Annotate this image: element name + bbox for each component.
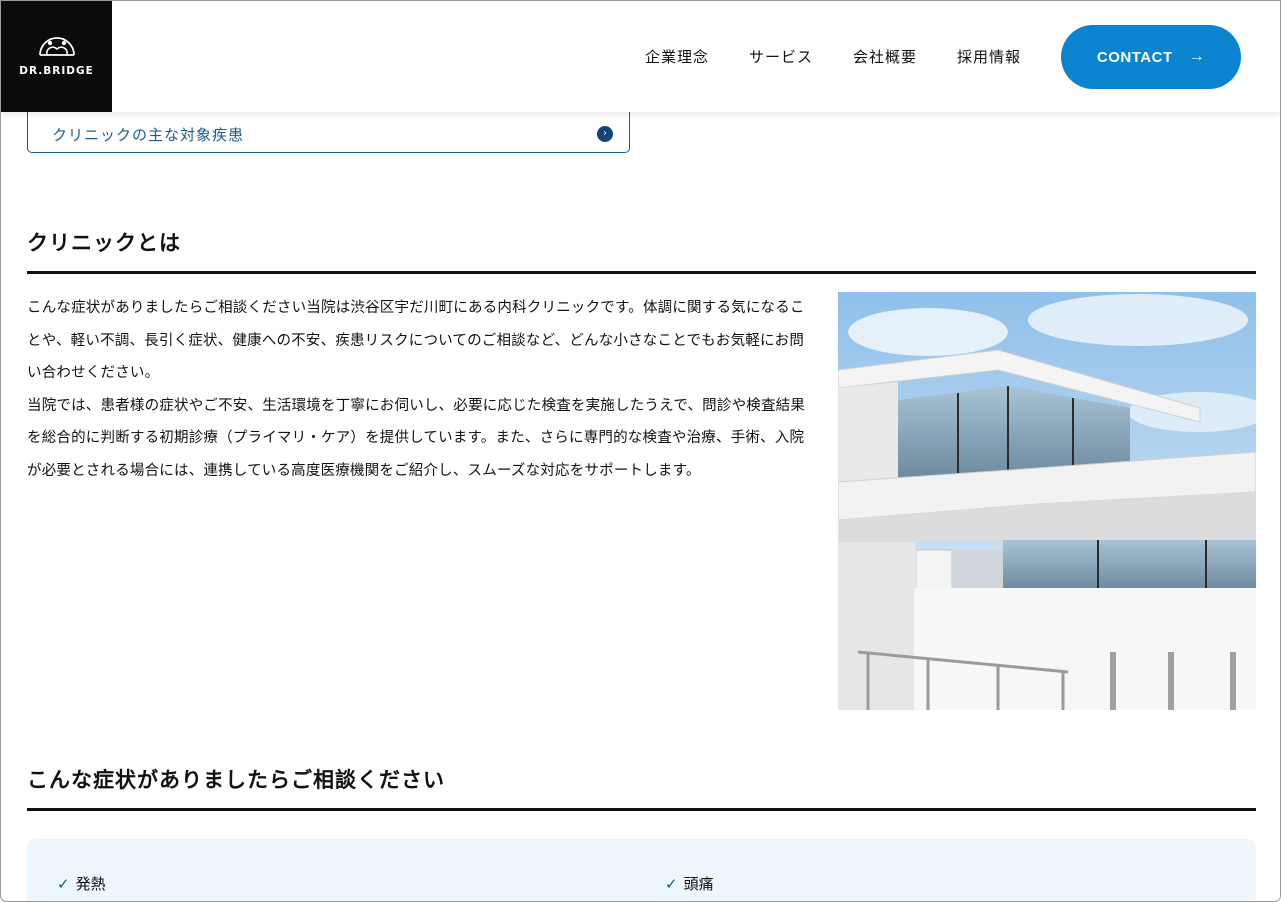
section-title-about: クリニックとは [27, 227, 1256, 274]
check-icon: ✓ [665, 874, 678, 893]
nav-item-service[interactable]: サービス [749, 46, 813, 67]
check-icon: ✓ [57, 874, 70, 893]
about-paragraph-2: 当院では、患者様の症状やご不安、生活環境を丁寧にお伺いし、必要に応じた検査を実施… [27, 397, 806, 479]
symptom-label: 頭痛 [683, 875, 714, 893]
site-header: DR.BRIDGE 企業理念 サービス 会社概要 採用情報 CONTACT → [1, 1, 1280, 112]
logo-text: DR.BRIDGE [19, 64, 94, 77]
nav-item-philosophy[interactable]: 企業理念 [645, 46, 709, 67]
logo[interactable]: DR.BRIDGE [1, 1, 112, 112]
contact-label: CONTACT [1096, 48, 1173, 66]
symptom-list: ✓ 発熱 ✓ 頭痛 [27, 839, 1256, 901]
anchor-link-label: クリニックの主な対象疾患 [52, 125, 245, 144]
nav-item-recruit[interactable]: 採用情報 [957, 46, 1021, 67]
clinic-building-photo [838, 292, 1256, 710]
building-illustration [838, 292, 1256, 710]
bridge-logo-icon [38, 36, 75, 56]
list-item: ✓ 頭痛 [665, 873, 714, 894]
browser-viewport: DR.BRIDGE 企業理念 サービス 会社概要 採用情報 CONTACT → … [0, 0, 1281, 902]
about-text: こんな症状がありましたらご相談ください当院は渋谷区宇だ川町にある内科クリニックで… [27, 292, 813, 487]
symptom-label: 発熱 [75, 875, 106, 893]
main-nav: 企業理念 サービス 会社概要 採用情報 [645, 1, 1021, 112]
about-paragraph-1: こんな症状がありましたらご相談ください当院は渋谷区宇だ川町にある内科クリニックで… [27, 300, 805, 381]
contact-button[interactable]: CONTACT → [1061, 25, 1241, 89]
list-item: ✓ 発熱 [57, 873, 106, 894]
section-title-symptoms: こんな症状がありましたらご相談ください [27, 764, 1256, 811]
chevron-down-circle-icon: › [597, 126, 613, 142]
nav-item-company[interactable]: 会社概要 [853, 46, 917, 67]
arrow-right-icon: → [1188, 48, 1206, 65]
